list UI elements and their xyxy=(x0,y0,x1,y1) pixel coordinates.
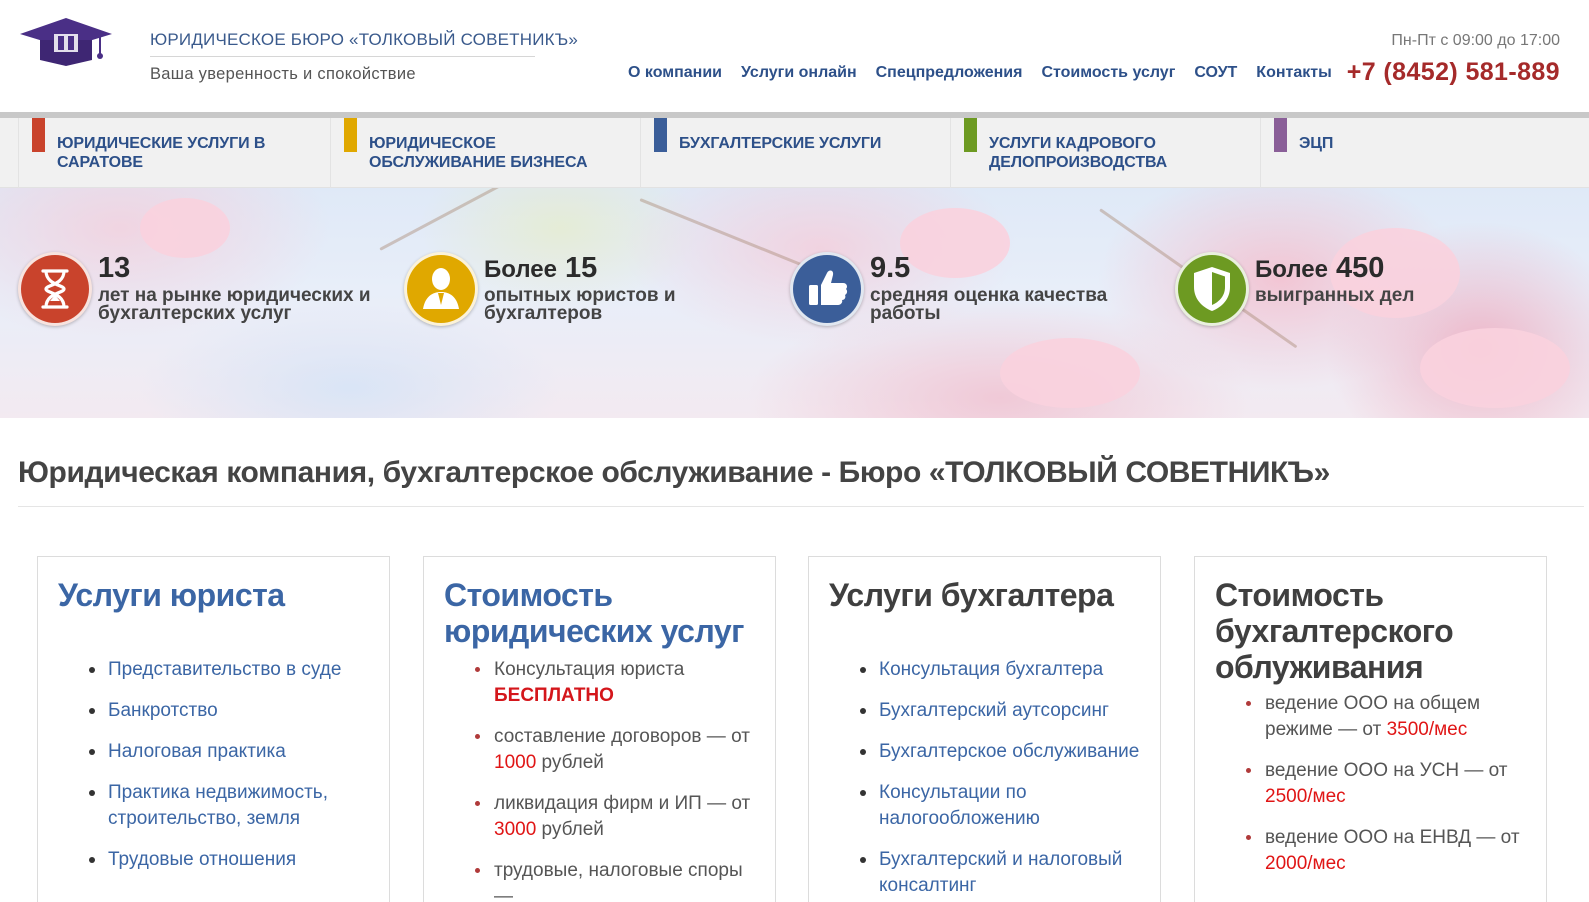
list-item[interactable]: Бухгалтерский и налоговый консалтинг xyxy=(829,847,1149,899)
stat-years: 13 лет на рынке юридических и бухгалтерск… xyxy=(18,252,398,328)
service-menu-item-legal-saratov[interactable]: Юридические услуги в Саратове xyxy=(18,118,330,188)
working-hours: Пн-Пт с 09:00 до 17:00 xyxy=(1391,32,1560,49)
stat-description: лет на рынке юридических и бухгалтерских … xyxy=(98,285,371,324)
stat-number: 9.5 xyxy=(870,252,911,284)
page-title: Юридическая компания, бухгалтерское обсл… xyxy=(18,456,1330,489)
nav-link-about[interactable]: О компании xyxy=(628,64,722,82)
thumbs-up-icon xyxy=(809,270,848,305)
service-menu: Юридические услуги в Саратове Юридическое… xyxy=(0,118,1589,188)
stat-number: 13 xyxy=(98,252,131,284)
stat-icon-circle xyxy=(404,252,478,326)
blossom-petal xyxy=(1000,338,1140,408)
service-menu-label: Услуги кадрового делопроизводства xyxy=(989,135,1168,171)
service-menu-item-accounting[interactable]: Бухгалтерские услуги xyxy=(640,118,950,188)
card-title[interactable]: Стоимость юридических услуг xyxy=(444,577,764,649)
accounting-prices-card: Стоимость бухгалтерского облуживания вед… xyxy=(1194,556,1547,902)
accountant-services-list: Консультация бухгалтера Бухгалтерский ау… xyxy=(829,657,1149,902)
nav-link-sout[interactable]: СОУТ xyxy=(1194,64,1237,82)
stat-number: Более 15 xyxy=(484,252,598,284)
service-menu-item-ecp[interactable]: ЭЦП xyxy=(1260,118,1589,188)
lawyer-services-card: Услуги юриста Представительство в суде Б… xyxy=(37,556,390,902)
nav-link-contacts[interactable]: Контакты xyxy=(1256,64,1331,82)
nav-link-online-services[interactable]: Услуги онлайн xyxy=(741,64,857,82)
hourglass-icon xyxy=(41,269,69,309)
card-title[interactable]: Стоимость бухгалтерского облуживания xyxy=(1215,577,1535,685)
blossom-branch xyxy=(379,188,611,251)
list-item[interactable]: Трудовые отношения xyxy=(58,847,378,873)
stat-description: опытных юристов и бухгалтеров xyxy=(484,285,676,324)
phone-number[interactable]: +7 (8452) 581-889 xyxy=(1347,58,1560,87)
stat-icon-circle xyxy=(1175,252,1249,326)
price-item: ведение ООО на УСН — от 2500/мес xyxy=(1215,758,1535,810)
price-item: Консультация юриста БЕСПЛАТНО xyxy=(444,657,764,709)
graduation-cap-logo-icon[interactable] xyxy=(18,16,114,68)
list-item[interactable]: Налоговая практика xyxy=(58,739,378,765)
list-item[interactable]: Представительство в суде xyxy=(58,657,378,683)
blossom-petal xyxy=(140,198,230,258)
stat-description: выигранных дел xyxy=(1255,285,1415,306)
shield-icon xyxy=(1194,267,1230,311)
price-item: трудовые, налоговые споры — xyxy=(444,858,764,902)
blossom-petal xyxy=(1420,328,1570,408)
service-menu-label: Юридические услуги в Саратове xyxy=(57,135,266,171)
brand-tagline: Ваша уверенность и спокойствие xyxy=(150,65,416,83)
hero-banner: 13 лет на рынке юридических и бухгалтерск… xyxy=(0,188,1589,418)
blue-flag-icon xyxy=(654,118,667,158)
list-item[interactable]: Консультация бухгалтера xyxy=(829,657,1149,683)
list-item[interactable]: Бухгалтерское обслуживание xyxy=(829,739,1149,765)
brand-name[interactable]: ЮРИДИЧЕСКОЕ БЮРО «ТОЛКОВЫЙ СОВЕТНИКЪ» xyxy=(150,30,578,50)
nav-link-special-offers[interactable]: Спецпредложения xyxy=(876,64,1023,82)
person-icon xyxy=(423,268,459,309)
top-navigation: О компании Услуги онлайн Спецпредложения… xyxy=(628,64,1351,82)
accountant-services-card: Услуги бухгалтера Консультация бухгалтер… xyxy=(808,556,1161,902)
red-flag-icon xyxy=(32,118,45,158)
list-item[interactable]: Практика недвижимость, строительство, зе… xyxy=(58,780,378,832)
service-menu-label: ЭЦП xyxy=(1299,135,1334,152)
nav-link-prices[interactable]: Стоимость услуг xyxy=(1041,64,1175,82)
title-divider xyxy=(18,506,1584,507)
site-header: ЮРИДИЧЕСКОЕ БЮРО «ТОЛКОВЫЙ СОВЕТНИКЪ» Ва… xyxy=(0,0,1589,112)
brand-divider xyxy=(150,56,535,57)
green-flag-icon xyxy=(964,118,977,158)
list-item[interactable]: Банкротство xyxy=(58,698,378,724)
purple-flag-icon xyxy=(1274,118,1287,158)
legal-prices-list: Консультация юриста БЕСПЛАТНО составление… xyxy=(444,657,764,902)
price-item: ликвидация фирм и ИП — от 3000 рублей xyxy=(444,791,764,843)
price-item: ведение ООО на ЕНВД — от 2000/мес xyxy=(1215,825,1535,877)
service-menu-item-business-service[interactable]: Юридическое обслуживание бизнеса xyxy=(330,118,640,188)
accounting-prices-list: ведение ООО на общем режиме — от 3500/ме… xyxy=(1215,691,1535,892)
list-item[interactable]: Консультации по налогообложению xyxy=(829,780,1149,832)
legal-prices-card: Стоимость юридических услуг Консультация… xyxy=(423,556,776,902)
stat-rating: 9.5 средняя оценка качества работы xyxy=(790,252,1170,328)
stat-number: Более 450 xyxy=(1255,252,1385,284)
card-title[interactable]: Услуги юриста xyxy=(58,577,378,613)
price-item: составление договоров — от 1000 рублей xyxy=(444,724,764,776)
yellow-flag-icon xyxy=(344,118,357,158)
service-menu-label: Юридическое обслуживание бизнеса xyxy=(369,135,588,171)
service-menu-item-hr-records[interactable]: Услуги кадрового делопроизводства xyxy=(950,118,1260,188)
stat-icon-circle xyxy=(18,252,92,326)
service-menu-label: Бухгалтерские услуги xyxy=(679,135,882,152)
stat-description: средняя оценка качества работы xyxy=(870,285,1108,324)
stat-lawyers: Более 15 опытных юристов и бухгалтеров xyxy=(404,252,784,328)
lawyer-services-list: Представительство в суде Банкротство Нал… xyxy=(58,657,378,888)
list-item[interactable]: Бухгалтерский аутсорсинг xyxy=(829,698,1149,724)
stat-icon-circle xyxy=(790,252,864,326)
price-item: ведение ООО на общем режиме — от 3500/ме… xyxy=(1215,691,1535,743)
stat-cases-won: Более 450 выигранных дел xyxy=(1175,252,1555,328)
card-title[interactable]: Услуги бухгалтера xyxy=(829,577,1149,613)
